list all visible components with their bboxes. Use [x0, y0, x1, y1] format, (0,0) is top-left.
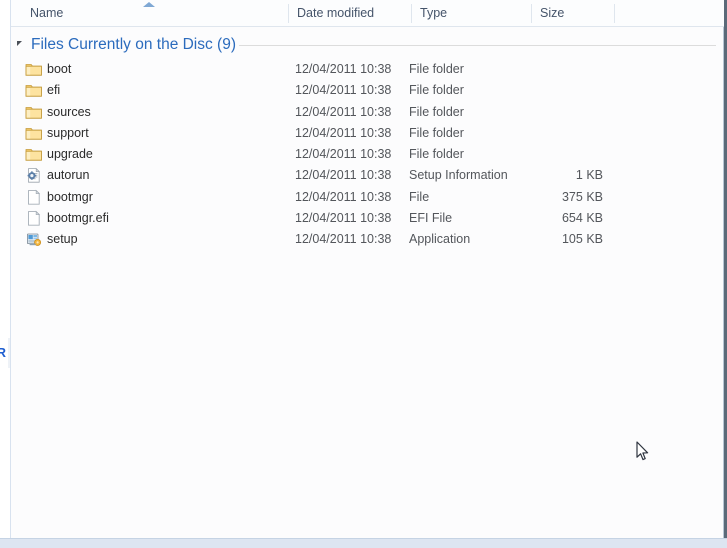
file-name: autorun: [47, 168, 90, 183]
column-header-type[interactable]: Type: [412, 0, 531, 27]
status-bar: [0, 538, 727, 548]
column-header-size[interactable]: Size: [532, 0, 614, 27]
group-header-title[interactable]: Files Currently on the Disc (9): [31, 33, 236, 57]
file-size: 105 KB: [561, 232, 603, 247]
file-name: bootmgr: [47, 189, 93, 204]
file-date-modified: 12/04/2011 10:38: [295, 104, 392, 119]
file-type: Application: [409, 232, 471, 247]
file-date-modified: 12/04/2011 10:38: [295, 62, 392, 76]
file-name: setup: [47, 232, 78, 247]
table-row[interactable]: bootmgr.efi 12/04/2011 10:38 EFI File 65…: [11, 208, 716, 229]
file-date-modified: 12/04/2011 10:38: [295, 125, 392, 140]
file-name: boot: [47, 62, 72, 76]
table-row[interactable]: setup 12/04/2011 10:38 Application 105 K…: [11, 229, 716, 250]
file-type: EFI File: [409, 211, 453, 226]
file-date-modified: 12/04/2011 10:38: [295, 232, 392, 247]
group-header-rule: [239, 45, 716, 46]
column-header-size-label: Size: [540, 6, 565, 20]
table-row[interactable]: autorun 12/04/2011 10:38 Setup Informati…: [11, 165, 716, 186]
file-size: [511, 59, 603, 80]
file-name: sources: [47, 104, 91, 119]
background-window-text-fragment[interactable]: ER: [0, 343, 10, 363]
group-header[interactable]: Files Currently on the Disc (9): [11, 33, 716, 57]
table-row[interactable]: boot 12/04/2011 10:38 File folder: [11, 59, 716, 80]
file-size: [511, 123, 603, 144]
file-date-modified: 12/04/2011 10:38: [295, 211, 392, 226]
file-type: File: [409, 189, 430, 204]
column-header-date-modified-label: Date modified: [297, 6, 375, 20]
window-left-gutter: [0, 0, 10, 540]
triangle-expanded-icon[interactable]: [17, 41, 22, 46]
file-size: [511, 144, 603, 165]
column-header-date-modified[interactable]: Date modified: [289, 0, 411, 27]
file-date-modified: 12/04/2011 10:38: [295, 147, 392, 162]
background-fragment-label: ER: [0, 345, 7, 360]
file-type: File folder: [409, 147, 464, 162]
file-type: File folder: [409, 125, 464, 140]
file-name: efi: [47, 83, 61, 98]
file-size: 654 KB: [561, 211, 603, 226]
sort-ascending-triangle-icon: [143, 2, 155, 7]
column-header-name-label: Name: [30, 6, 64, 20]
file-date-modified: 12/04/2011 10:38: [295, 168, 392, 183]
file-name: bootmgr.efi: [47, 211, 109, 226]
file-list: boot 12/04/2011 10:38 File folder efi 12…: [11, 59, 716, 251]
table-row[interactable]: efi 12/04/2011 10:38 File folder: [11, 80, 716, 101]
column-header-rule: [11, 26, 724, 27]
table-row[interactable]: sources 12/04/2011 10:38 File folder: [11, 102, 716, 123]
column-divider-size[interactable]: [614, 4, 615, 23]
column-header-name[interactable]: Name: [22, 0, 288, 27]
table-row[interactable]: bootmgr 12/04/2011 10:38 File 375 KB: [11, 187, 716, 208]
explorer-window: ER Name Date modified Type Size Files Cu…: [0, 0, 727, 548]
arrow-pointer-icon: [636, 441, 650, 462]
file-name: support: [47, 125, 89, 140]
column-header-type-label: Type: [420, 6, 448, 20]
file-size: 1 KB: [575, 168, 603, 183]
file-type: File folder: [409, 62, 464, 76]
file-size: [511, 102, 603, 123]
file-date-modified: 12/04/2011 10:38: [295, 83, 392, 98]
column-header-bar: Name Date modified Type Size: [11, 0, 724, 27]
table-row[interactable]: support 12/04/2011 10:38 File folder: [11, 123, 716, 144]
file-type: File folder: [409, 83, 464, 98]
file-name: upgrade: [47, 147, 93, 162]
file-type: Setup Information: [409, 168, 508, 183]
file-size: 375 KB: [561, 189, 603, 204]
table-row[interactable]: upgrade 12/04/2011 10:38 File folder: [11, 144, 716, 165]
file-type: File folder: [409, 104, 464, 119]
file-date-modified: 12/04/2011 10:38: [295, 189, 392, 204]
file-size: [511, 80, 603, 101]
